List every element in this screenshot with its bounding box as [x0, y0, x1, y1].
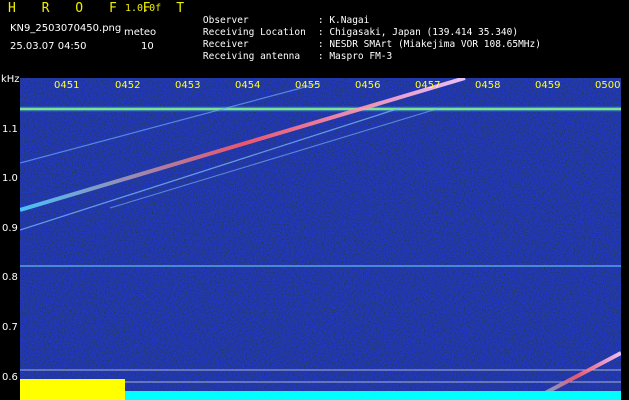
y-tick-label: 0.8 — [2, 272, 18, 283]
x-tick-label: 0453 — [175, 80, 201, 91]
app-title: H R O F F T — [8, 1, 194, 16]
y-tick-label: 1.0 — [2, 173, 18, 184]
x-tick-label: 0458 — [475, 80, 501, 91]
meteo-label: meteo — [124, 27, 157, 38]
x-tick-label: 0451 — [54, 80, 80, 91]
signal-level-bar-left — [20, 379, 125, 400]
meta-antenna: Receiving antenna : Maspro FM-3 — [180, 40, 392, 73]
x-tick-label: 0452 — [115, 80, 141, 91]
meteo-count: 10 — [141, 41, 154, 52]
y-tick-label: 1.1 — [2, 124, 18, 135]
x-tick-label: 0456 — [355, 80, 381, 91]
x-tick-label: 0457 — [415, 80, 441, 91]
meta-value: : Maspro FM-3 — [317, 51, 393, 62]
capture-datetime: 25.03.07 04:50 — [10, 41, 87, 52]
spectrogram — [20, 78, 621, 400]
header-panel: H R O F F T 1.0.0f KN9_2503070450.png 25… — [0, 0, 629, 72]
x-tick-label: 0454 — [235, 80, 261, 91]
app-version: 1.0.0f — [125, 3, 162, 14]
y-tick-label: 0.7 — [2, 322, 18, 333]
y-tick-label: 0.9 — [2, 223, 18, 234]
x-tick-label: 0500 — [595, 80, 621, 91]
x-tick-label: 0455 — [295, 80, 321, 91]
y-axis-unit: kHz — [1, 74, 20, 85]
signal-level-bar-right — [125, 391, 621, 400]
file-name: KN9_2503070450.png — [10, 23, 122, 34]
plot-noise — [20, 78, 621, 400]
y-tick-label: 0.6 — [2, 372, 18, 383]
x-tick-label: 0459 — [535, 80, 561, 91]
meta-key: Receiving antenna — [202, 51, 301, 62]
